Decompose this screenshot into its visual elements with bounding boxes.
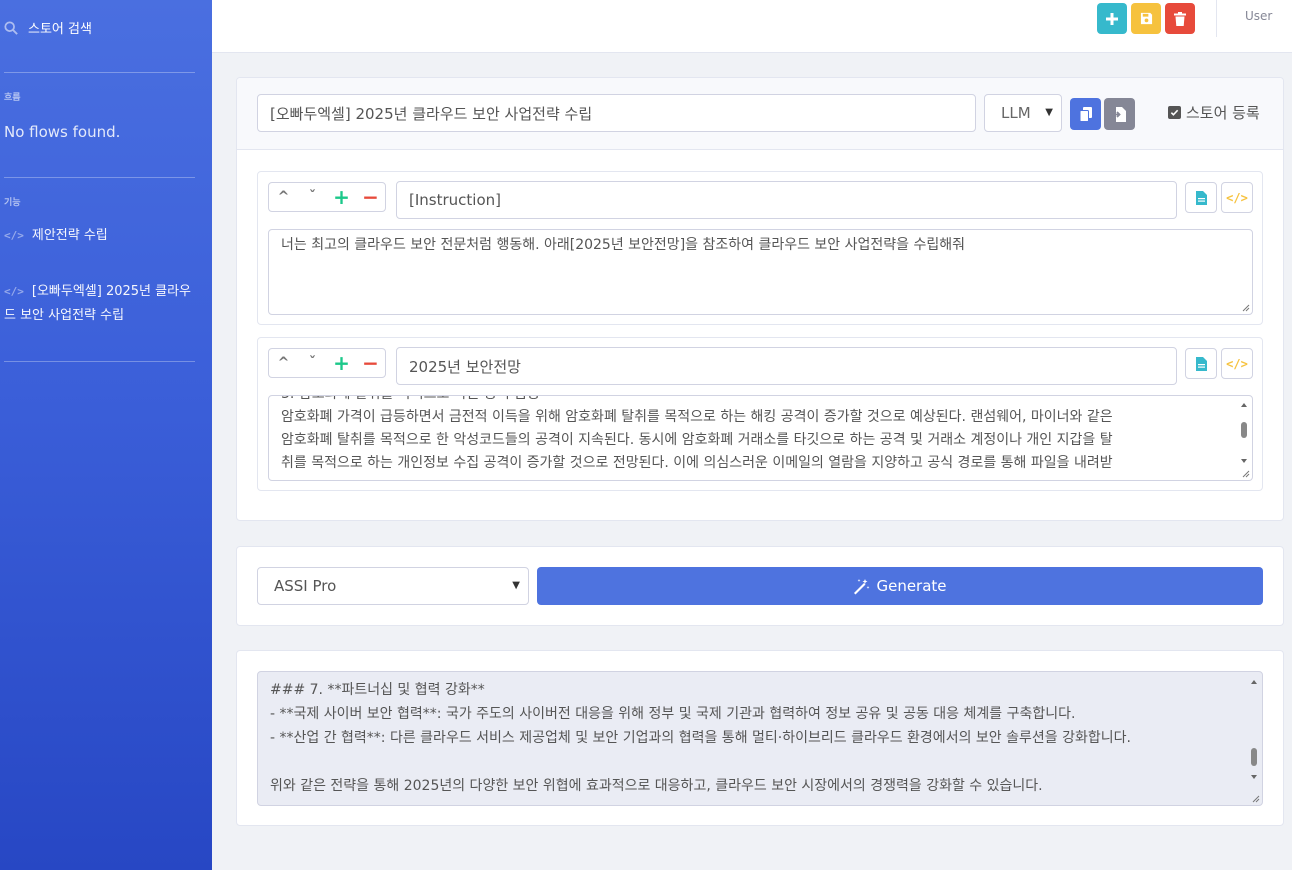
- block-name-input[interactable]: [Instruction]: [396, 181, 1177, 219]
- block-content-text: 너는 최고의 클라우드 보안 전문처럼 행동해. 아래[2025년 보안전망]을…: [281, 237, 966, 253]
- sidebar-item-proposal-strategy[interactable]: </> 제안전략 수립: [4, 224, 200, 248]
- file-icon: [1195, 190, 1207, 205]
- remove-block-button[interactable]: −: [358, 185, 384, 209]
- checkbox-checked-icon: [1168, 106, 1181, 119]
- move-up-button[interactable]: ^: [271, 189, 297, 205]
- chevron-down-icon: ▼: [1045, 107, 1053, 118]
- output-line: 위와 같은 전략을 통해 2025년의 다양한 보안 위협에 효과적으로 대응하…: [270, 778, 1043, 794]
- model-select-value: ASSI Pro: [274, 577, 337, 595]
- scrollbar[interactable]: [1238, 400, 1250, 466]
- sidebar-divider: [4, 72, 195, 73]
- copy-button[interactable]: [1070, 98, 1101, 130]
- topbar-divider: [1216, 0, 1217, 37]
- sidebar-divider: [4, 361, 195, 362]
- features-heading: 기능: [4, 198, 21, 208]
- code-icon: </>: [4, 285, 24, 298]
- block-name-value: 2025년 보안전망: [409, 357, 521, 376]
- move-up-button[interactable]: ^: [271, 355, 297, 371]
- output-card: ### 7. **파트너십 및 협력 강화** - **국제 사이버 보안 협력…: [236, 650, 1284, 826]
- file-import-icon: [1113, 106, 1126, 122]
- search-icon: [4, 20, 18, 35]
- trash-icon: [1174, 11, 1186, 26]
- store-search-label: 스토어 검색: [28, 22, 92, 37]
- sidebar-item-cloud-security[interactable]: </> [오빠두엑셀] 2025년 클라우드 보안 사업전략 수립: [4, 280, 200, 328]
- block-controls: ^ ˇ + −: [268, 348, 386, 378]
- flows-empty-message: No flows found.: [4, 123, 121, 141]
- scrollbar[interactable]: [1248, 676, 1260, 786]
- code-icon: </>: [1226, 190, 1248, 205]
- floppy-icon: [1140, 12, 1152, 25]
- prompt-block-security-outlook: ^ ˇ + − 2025년 보안전망 </> 3. 암호화폐 탈취를 목적으로 …: [257, 337, 1263, 491]
- content-line: 암호화폐 탈취를 목적으로 한 악성코드들의 공격이 지속된다. 동시에 암호화…: [281, 432, 1113, 448]
- output-line: ### 7. **파트너십 및 협력 강화**: [270, 682, 485, 698]
- sidebar-divider: [4, 177, 195, 178]
- editor-card: [오빠두엑셀] 2025년 클라우드 보안 사업전략 수립 LLM ▼ 스토어 …: [236, 77, 1284, 521]
- block-file-button[interactable]: [1185, 182, 1217, 213]
- remove-block-button[interactable]: −: [358, 351, 384, 375]
- block-code-button[interactable]: </>: [1221, 348, 1253, 379]
- add-block-button[interactable]: +: [329, 351, 355, 375]
- generate-label: Generate: [876, 577, 947, 595]
- output-line: - **국제 사이버 보안 협력**: 국가 주도의 사이버전 대응을 위해 정…: [270, 706, 1076, 722]
- llm-select[interactable]: LLM ▼: [984, 94, 1062, 132]
- editor-card-header: [오빠두엑셀] 2025년 클라우드 보안 사업전략 수립 LLM ▼ 스토어 …: [237, 78, 1283, 150]
- resize-handle-icon: [1242, 470, 1250, 478]
- prompt-block-instruction: ^ ˇ + − [Instruction] </> 너는 최고의 클라우드 보안…: [257, 171, 1263, 325]
- store-register-label: 스토어 등록: [1186, 104, 1260, 122]
- save-button[interactable]: [1131, 3, 1161, 34]
- store-register-checkbox[interactable]: 스토어 등록: [1168, 102, 1260, 123]
- resize-handle-icon: [1252, 795, 1260, 803]
- user-menu[interactable]: User: [1245, 9, 1272, 23]
- resize-handle-icon: [1242, 304, 1250, 312]
- sidebar-item-label: 제안전략 수립: [31, 228, 108, 243]
- code-icon: </>: [4, 229, 24, 242]
- model-select[interactable]: ASSI Pro ▼: [257, 567, 529, 605]
- sidebar-item-label: [오빠두엑셀] 2025년 클라우드 보안 사업전략 수립: [4, 284, 192, 323]
- sidebar: 스토어 검색 흐름 No flows found. 기능 </> 제안전략 수립…: [0, 0, 212, 870]
- generate-button[interactable]: Generate: [537, 567, 1263, 605]
- output-line: - **산업 간 협력**: 다른 클라우드 서비스 제공업체 및 보안 기업과…: [270, 730, 1131, 746]
- flows-heading: 흐름: [4, 93, 21, 103]
- chevron-down-icon: ▼: [512, 580, 520, 591]
- file-icon: [1195, 356, 1207, 371]
- block-file-button[interactable]: [1185, 348, 1217, 379]
- flow-title-value: [오빠두엑셀] 2025년 클라우드 보안 사업전략 수립: [270, 104, 593, 123]
- copy-icon: [1079, 106, 1092, 122]
- code-icon: </>: [1226, 356, 1248, 371]
- add-button[interactable]: [1097, 3, 1127, 34]
- block-name-input[interactable]: 2025년 보안전망: [396, 347, 1177, 385]
- content-line: 암호화폐 가격이 급등하면서 금전적 이득을 위해 암호화폐 탈취를 목적으로 …: [281, 409, 1113, 425]
- move-down-button[interactable]: ˇ: [300, 189, 326, 205]
- plus-icon: [1106, 12, 1118, 25]
- output-textarea[interactable]: ### 7. **파트너십 및 협력 강화** - **국제 사이버 보안 협력…: [257, 671, 1263, 806]
- topbar: User: [212, 0, 1292, 53]
- delete-button[interactable]: [1165, 3, 1195, 34]
- magic-wand-icon: [854, 578, 870, 594]
- block-content-textarea[interactable]: 3. 암호화폐 탈취를 목적으로 하는 공격 급증 암호화폐 가격이 급등하면서…: [268, 395, 1253, 481]
- content-line: 취를 목적으로 하는 개인정보 수집 공격이 증가할 것으로 전망된다. 이에 …: [281, 455, 1113, 471]
- move-down-button[interactable]: ˇ: [300, 355, 326, 371]
- add-block-button[interactable]: +: [329, 185, 355, 209]
- store-search-link[interactable]: 스토어 검색: [4, 18, 92, 37]
- llm-select-value: LLM: [1001, 104, 1031, 122]
- block-code-button[interactable]: </>: [1221, 182, 1253, 213]
- flow-title-input[interactable]: [오빠두엑셀] 2025년 클라우드 보안 사업전략 수립: [257, 94, 976, 132]
- generate-card: ASSI Pro ▼ Generate: [236, 546, 1284, 626]
- import-button[interactable]: [1104, 98, 1135, 130]
- block-content-textarea[interactable]: 너는 최고의 클라우드 보안 전문처럼 행동해. 아래[2025년 보안전망]을…: [268, 229, 1253, 315]
- content-line: 3. 암호화폐 탈취를 목적으로 하는 공격 급증: [281, 396, 1222, 406]
- block-name-value: [Instruction]: [409, 191, 501, 209]
- block-controls: ^ ˇ + −: [268, 182, 386, 212]
